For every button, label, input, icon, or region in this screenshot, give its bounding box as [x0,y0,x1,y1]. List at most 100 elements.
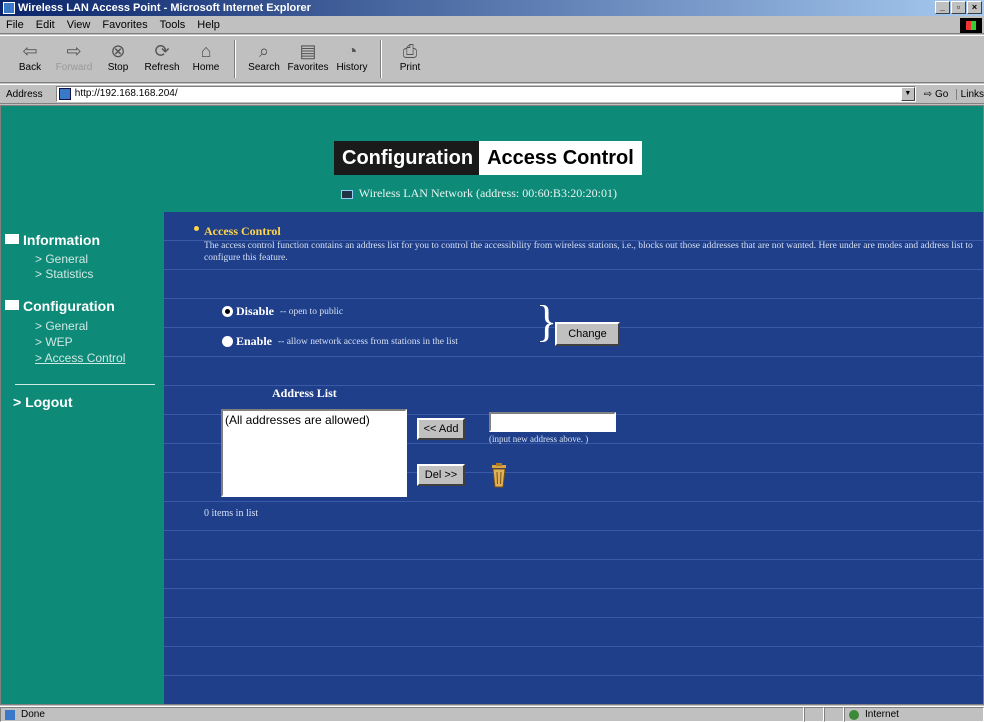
banner-title-configuration: Configuration [334,141,480,175]
network-address-text: Wireless LAN Network (address: 00:60:B3:… [358,186,617,200]
menu-view[interactable]: View [67,17,91,33]
home-button[interactable]: ⌂ Home [184,40,228,80]
nav-divider [15,384,155,385]
search-button[interactable]: ⌕ Search [242,40,286,80]
status-cell [824,707,844,722]
favorites-label: Favorites [287,62,329,73]
new-address-input[interactable] [489,412,616,432]
windows-logo-icon [960,18,982,33]
go-button[interactable]: ⇨ Go [924,89,952,100]
nav-conf-wep[interactable]: > WEP [35,335,73,349]
enable-description: -- allow network access from stations in… [278,336,458,347]
history-button[interactable]: ◔ History [330,40,374,80]
add-button[interactable]: << Add [417,418,465,440]
standard-toolbar: ⇦ Back ⇨ Forward ⊗ Stop ⟳ Refresh ⌂ Home… [0,35,984,83]
page-icon [58,88,71,100]
disable-radio[interactable] [222,306,233,317]
forward-button[interactable]: ⇨ Forward [52,40,96,80]
nav-info-statistics[interactable]: > Statistics [35,267,93,281]
back-arrow-icon: ⇦ [22,41,38,61]
links-button[interactable]: Links [955,88,984,100]
title-bar: Wireless LAN Access Point - Microsoft In… [0,0,984,16]
bullet-icon [194,226,199,231]
disable-option[interactable]: Disable -- open to public [222,304,343,319]
menu-edit[interactable]: Edit [36,17,55,33]
enable-radio[interactable] [222,336,233,347]
enable-option[interactable]: Enable -- allow network access from stat… [222,334,458,349]
maximize-button[interactable]: ▫ [951,1,966,14]
list-item[interactable]: (All addresses are allowed) [225,413,403,427]
print-label: Print [399,62,421,73]
refresh-label: Refresh [144,62,180,73]
security-zone: Internet [844,707,984,722]
go-arrow-icon: ⇨ [923,88,933,100]
enable-label: Enable [236,334,273,348]
zone-label: Internet [865,709,899,720]
back-label: Back [18,62,42,73]
search-icon: ⌕ [258,41,270,61]
new-address-hint: (input new address above. ) [489,434,589,444]
home-icon: ⌂ [200,41,212,61]
menu-file[interactable]: File [6,17,24,33]
history-icon: ◔ [346,41,358,61]
favorites-button[interactable]: ▤ Favorites [286,40,330,80]
toolbar-separator [234,40,236,78]
history-label: History [336,62,368,73]
home-label: Home [192,62,220,73]
minimize-button[interactable]: _ [935,1,950,14]
content-panel: Access Control The access control functi… [164,212,983,704]
toolbar-separator [380,40,382,78]
page-viewport: Configuration Access Control Wireless LA… [0,105,984,705]
refresh-button[interactable]: ⟳ Refresh [140,40,184,80]
network-address: Wireless LAN Network (address: 00:60:B3:… [341,186,617,201]
address-dropdown-button[interactable]: ▼ [900,87,915,101]
menu-help[interactable]: Help [197,17,220,33]
printer-icon: ⎙ [402,41,418,61]
window-controls: _ ▫ × [935,1,982,14]
nav-information-label: Information [23,232,100,248]
stop-label: Stop [107,62,129,73]
nav-logout[interactable]: > Logout [13,394,73,410]
nav-conf-access-control[interactable]: > Access Control [35,351,125,365]
delete-button[interactable]: Del >> [417,464,465,486]
disable-description: -- open to public [280,306,344,317]
brace-symbol: } [536,297,558,346]
search-label: Search [248,62,280,73]
page-banner: Configuration Access Control Wireless LA… [1,106,983,212]
ie-icon [3,2,15,14]
trash-icon [492,463,506,488]
disable-label: Disable [236,304,275,318]
address-input[interactable]: http://192.168.168.204/ ▼ [55,86,916,102]
nav-conf-general[interactable]: > General [35,319,88,333]
status-text-panel: Done [0,707,804,722]
section-description: The access control function contains an … [204,241,973,263]
window-title: Wireless LAN Access Point - Microsoft In… [18,2,311,14]
items-count: 0 items in list [204,508,259,519]
menu-favorites[interactable]: Favorites [102,17,147,33]
globe-icon [849,710,859,720]
back-button[interactable]: ⇦ Back [8,40,52,80]
stop-button[interactable]: ⊗ Stop [96,40,140,80]
close-button[interactable]: × [967,1,982,14]
address-list-title: Address List [272,386,337,400]
address-label: Address [6,88,43,100]
nav-configuration[interactable]: Configuration [5,298,115,314]
side-navigation: Information > General > Statistics Confi… [1,212,164,704]
nav-configuration-label: Configuration [23,298,115,314]
menu-tools[interactable]: Tools [160,17,186,33]
network-icon [341,189,353,199]
forward-arrow-icon: ⇨ [66,41,82,61]
address-url: http://192.168.168.204/ [74,88,178,99]
change-button[interactable]: Change [555,322,620,346]
address-listbox[interactable]: (All addresses are allowed) [221,409,407,497]
status-text: Done [21,709,45,720]
nav-info-general[interactable]: > General [35,252,88,266]
refresh-icon: ⟳ [154,41,170,61]
menu-bar: File Edit View Favorites Tools Help [0,17,984,34]
favorites-icon: ▤ [299,41,317,61]
folder-icon [5,234,19,244]
banner-title-access-control: Access Control [479,141,642,175]
banner-title: Configuration Access Control [334,141,642,175]
nav-information[interactable]: Information [5,232,100,248]
print-button[interactable]: ⎙ Print [388,40,432,80]
